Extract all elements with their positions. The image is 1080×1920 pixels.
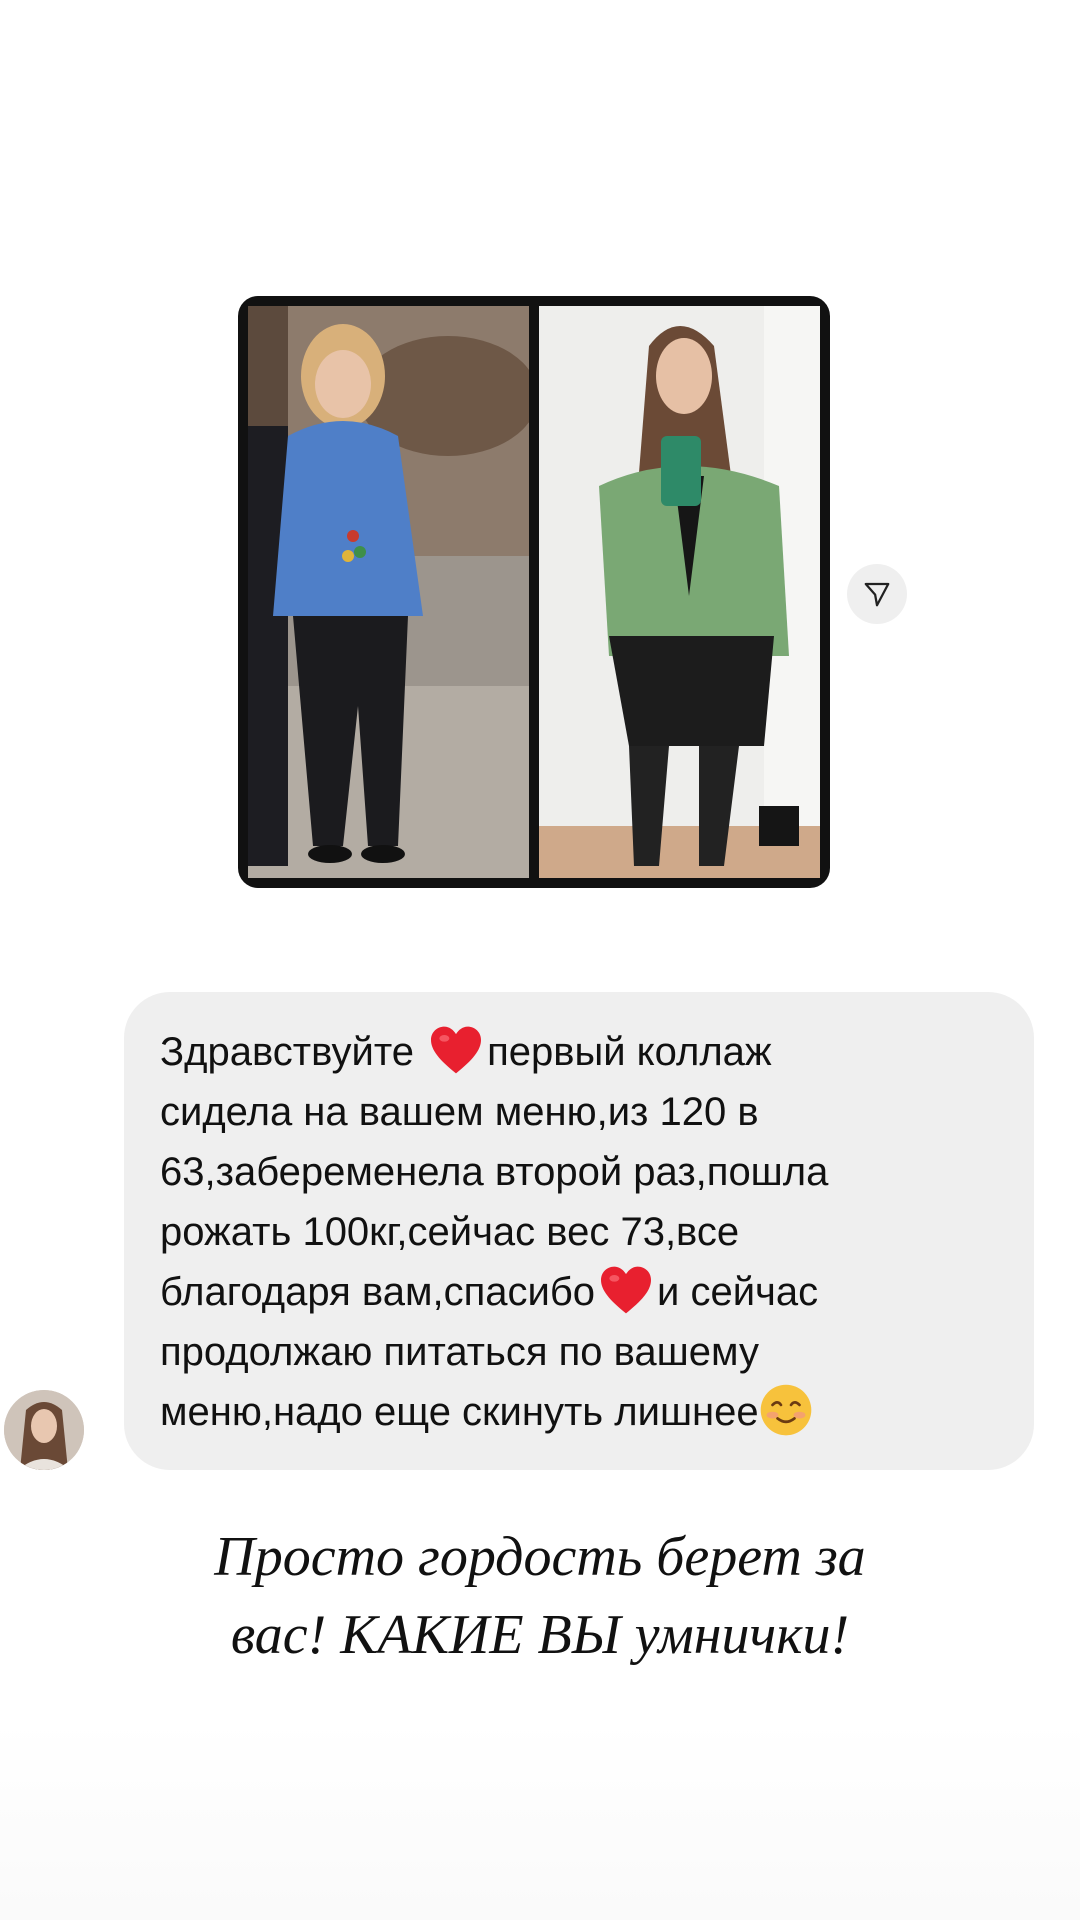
after-photo (539, 306, 820, 878)
message-line-1b: первый коллаж (487, 1030, 772, 1074)
message-line-2: сидела на вашем меню,из 120 в (160, 1090, 759, 1134)
background-fade (0, 1720, 1080, 1920)
smiling-face-emoji-icon (760, 1384, 811, 1436)
message-text: Здравствуйте первый коллаж сидела на ваш… (160, 1022, 998, 1442)
paper-plane-icon (864, 582, 890, 607)
message-line-6: продолжаю питаться по вашему (160, 1330, 759, 1374)
message-bubble[interactable]: Здравствуйте первый коллаж сидела на ваш… (124, 992, 1034, 1470)
message-line-5b: и сейчас (657, 1270, 819, 1314)
shared-photo-collage[interactable] (238, 296, 830, 888)
before-photo (248, 306, 529, 878)
story-caption: Просто гордость берет за вас! КАКИЕ ВЫ у… (110, 1518, 970, 1674)
message-line-1a: Здравствуйте (160, 1030, 426, 1074)
share-button[interactable] (847, 564, 907, 624)
sender-avatar[interactable] (4, 1390, 84, 1470)
caption-line-2: вас! КАКИЕ ВЫ умнички! (230, 1604, 850, 1666)
message-line-3: 63,забеременела второй раз,пошла (160, 1150, 829, 1194)
heart-emoji-icon (431, 1026, 482, 1074)
message-line-7: меню,надо еще скинуть лишнее (160, 1390, 759, 1434)
message-line-4: рожать 100кг,сейчас вес 73,все (160, 1210, 740, 1254)
caption-line-1: Просто гордость берет за (214, 1526, 866, 1588)
message-line-5a: благодаря вам,спасибо (160, 1270, 595, 1314)
heart-emoji-icon (601, 1266, 651, 1314)
